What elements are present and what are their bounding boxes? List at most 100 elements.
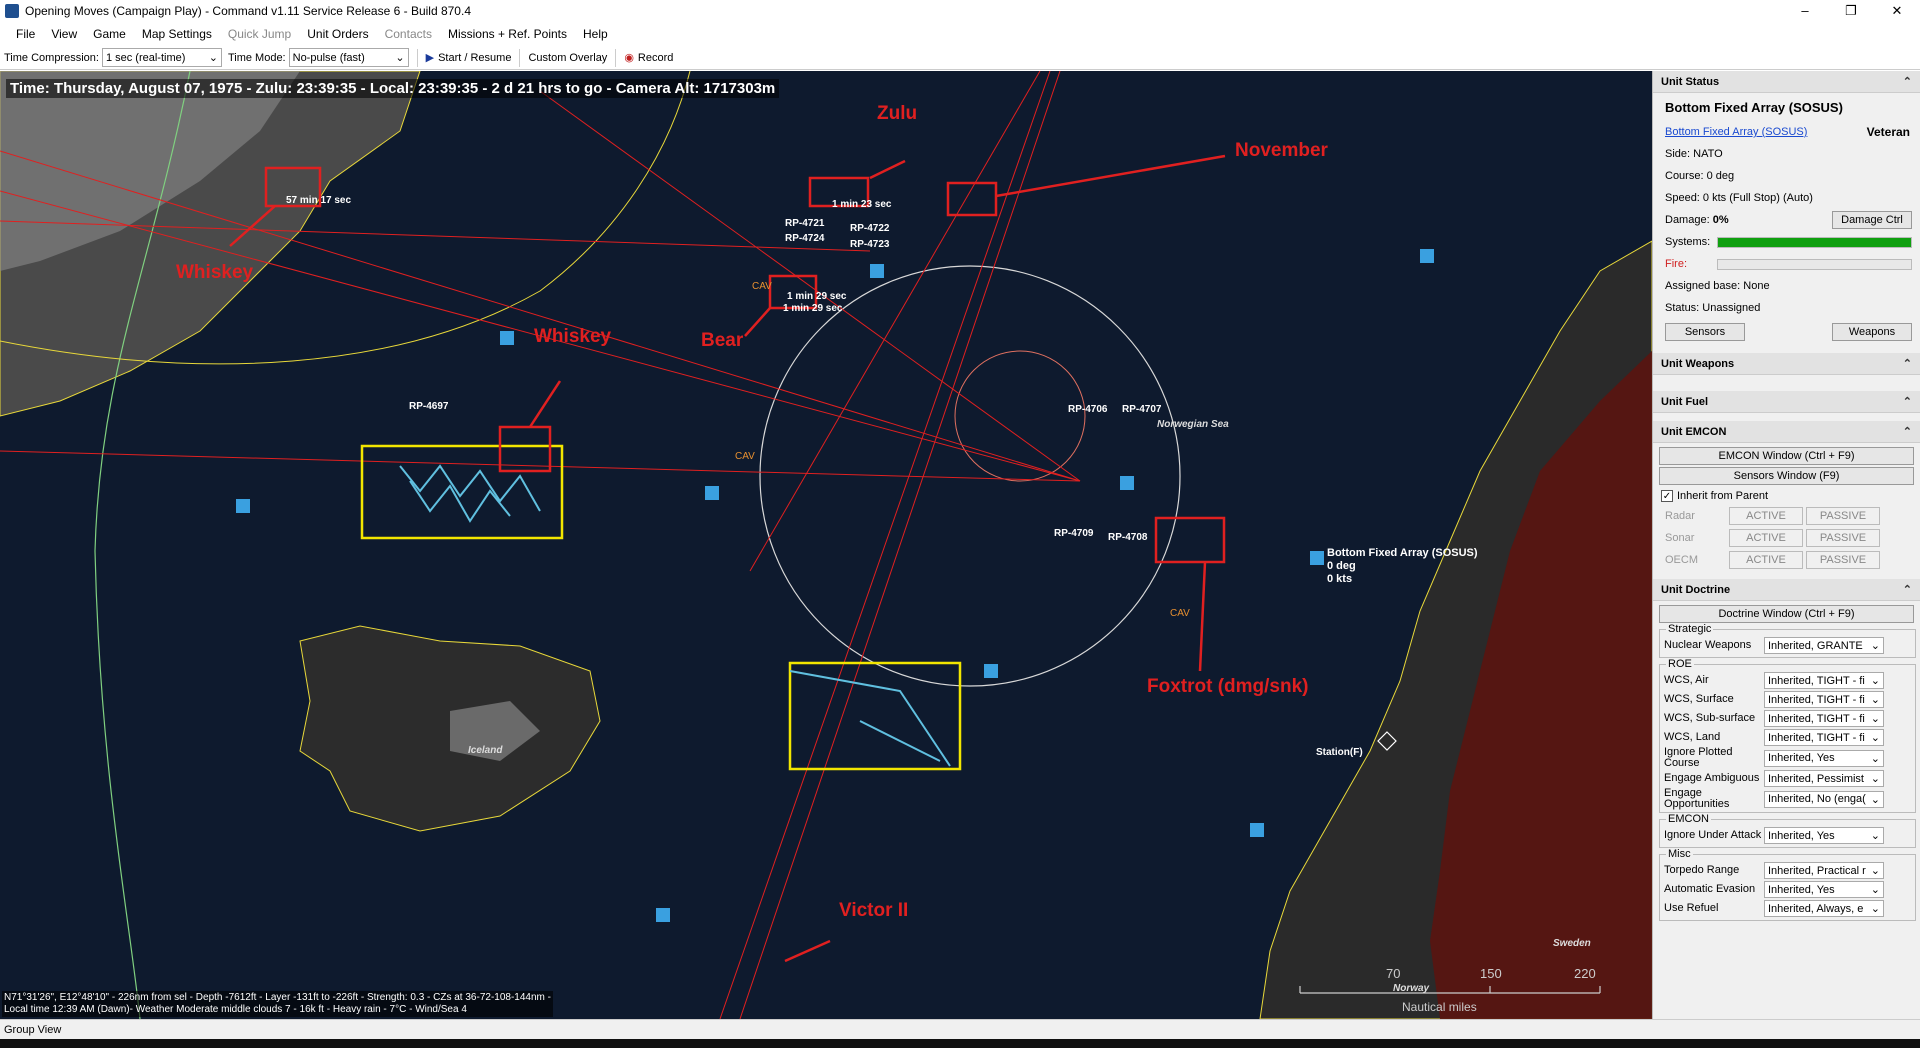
nuclear-select[interactable]: Inherited, GRANTE ⌄ [1764, 637, 1884, 654]
ref-point-label[interactable]: RP-4708 [1108, 532, 1147, 543]
tactical-map[interactable]: Time: Thursday, August 07, 1975 - Zulu: … [0, 71, 1652, 1019]
menu-map-settings[interactable]: Map Settings [134, 27, 220, 41]
unit-doctrine-header[interactable]: Unit Doctrine ⌃ [1653, 579, 1920, 601]
chevron-down-icon: ⌄ [1870, 694, 1880, 706]
roe-label: WCS, Sub-surface [1664, 712, 1756, 724]
ref-point-label[interactable]: RP-4724 [785, 233, 824, 244]
ignore-attack-value: Inherited, Yes [1768, 829, 1835, 842]
sonar-passive-button[interactable]: PASSIVE [1806, 529, 1880, 547]
unit-fuel-header[interactable]: Unit Fuel ⌃ [1653, 391, 1920, 413]
sensors-button[interactable]: Sensors [1665, 323, 1745, 341]
menu-quick-jump[interactable]: Quick Jump [220, 27, 299, 41]
station-label[interactable]: Station(F) [1316, 747, 1363, 758]
radar-active-button[interactable]: ACTIVE [1729, 507, 1803, 525]
roe-value: Inherited, Pessimist [1768, 772, 1864, 785]
sonar-active-button[interactable]: ACTIVE [1729, 529, 1803, 547]
nuclear-label: Nuclear Weapons [1664, 639, 1752, 651]
selected-unit-name[interactable]: Bottom Fixed Array (SOSUS) [1327, 547, 1478, 559]
misc-value: Inherited, Practical r [1768, 864, 1866, 877]
sosus-marker [984, 664, 998, 678]
roe-value: Inherited, TIGHT - fi [1768, 731, 1865, 744]
group-view-label[interactable]: Group View [4, 1024, 61, 1036]
scale-70: 70 [1386, 966, 1401, 981]
menu-missions[interactable]: Missions + Ref. Points [440, 27, 575, 41]
roe-select[interactable]: Inherited, TIGHT - fi ⌄ [1764, 691, 1884, 708]
damage-label: Damage: [1665, 214, 1710, 226]
annotation-arrow-november [995, 154, 1226, 198]
fire-bar [1717, 258, 1912, 270]
selected-unit-speed: 0 kts [1327, 573, 1353, 585]
menu-game[interactable]: Game [85, 27, 134, 41]
roe-select[interactable]: Inherited, No (enga(⌄ [1764, 790, 1884, 808]
ref-point-label[interactable]: RP-4707 [1122, 404, 1161, 415]
chevron-down-icon: ⌄ [1870, 830, 1880, 842]
misc-select[interactable]: Inherited, Practical r ⌄ [1764, 862, 1884, 879]
emcon-window-button[interactable]: EMCON Window (Ctrl + F9) [1659, 447, 1914, 465]
roe-title: ROE [1666, 658, 1694, 670]
doctrine-window-button[interactable]: Doctrine Window (Ctrl + F9) [1659, 605, 1914, 623]
sosus-marker [500, 331, 514, 345]
unit-speed: Speed: 0 kts (Full Stop) (Auto) [1665, 192, 1813, 204]
toolbar-separator [615, 48, 617, 67]
weapons-button[interactable]: Weapons [1832, 323, 1912, 341]
inherit-checkbox[interactable]: ✓ [1661, 490, 1673, 502]
close-button[interactable]: ✕ [1874, 0, 1920, 21]
time-mode-select[interactable]: No-pulse (fast) ⌄ [288, 48, 409, 67]
annotation-bear: Bear [701, 330, 744, 351]
chevron-up-icon: ⌃ [1902, 584, 1912, 596]
menu-unit-orders[interactable]: Unit Orders [299, 27, 376, 41]
misc-select[interactable]: Inherited, Always, e ⌄ [1764, 900, 1884, 917]
record-button[interactable]: ◉ Record [618, 48, 679, 67]
ref-point-label[interactable]: RP-4721 [785, 218, 824, 229]
ref-point-label[interactable]: RP-4709 [1054, 528, 1093, 539]
timer-label: 1 min 23 sec [832, 199, 892, 210]
ref-point-label[interactable]: RP-4697 [409, 401, 448, 412]
time-compression-select[interactable]: 1 sec (real-time) ⌄ [101, 48, 222, 67]
chevron-down-icon: ⌄ [1870, 903, 1880, 915]
assigned-base: Assigned base: None [1665, 280, 1770, 292]
unit-status-header[interactable]: Unit Status ⌃ [1653, 71, 1920, 93]
misc-label: Use Refuel [1664, 902, 1719, 914]
unit-emcon-title: Unit EMCON [1661, 425, 1727, 438]
misc-select[interactable]: Inherited, Yes ⌄ [1764, 881, 1884, 898]
start-resume-button[interactable]: ▶ Start / Resume [420, 48, 518, 67]
ref-point-label[interactable]: RP-4722 [850, 223, 889, 234]
ref-point-label[interactable]: RP-4723 [850, 239, 889, 250]
maximize-button[interactable]: ❐ [1828, 0, 1874, 21]
emcon-sonar-label: Sonar [1665, 532, 1695, 544]
roe-select[interactable]: Inherited, Pessimist ⌄ [1764, 770, 1884, 787]
unit-class-link[interactable]: Bottom Fixed Array (SOSUS) [1665, 126, 1807, 138]
sosus-marker [1310, 551, 1324, 565]
sub-track [409, 480, 511, 523]
map-canvas[interactable] [0, 71, 1652, 1019]
timer-label: 1 min 29 sec [787, 291, 847, 302]
strategic-title: Strategic [1666, 623, 1714, 635]
title-bar: Opening Moves (Campaign Play) - Command … [0, 0, 1920, 21]
roe-select[interactable]: Inherited, TIGHT - fi ⌄ [1764, 672, 1884, 689]
menu-help[interactable]: Help [575, 27, 616, 41]
menu-bar: File View Game Map Settings Quick Jump U… [0, 23, 1920, 45]
radar-passive-button[interactable]: PASSIVE [1806, 507, 1880, 525]
emcon-doctrine-group: EMCON Ignore Under Attack Inherited, Yes ⌄ [1659, 813, 1916, 848]
chevron-up-icon: ⌃ [1902, 76, 1912, 88]
annotation-foxtrot: Foxtrot (dmg/snk) [1147, 676, 1309, 697]
menu-view[interactable]: View [43, 27, 85, 41]
custom-overlay-button[interactable]: Custom Overlay [522, 48, 613, 67]
unit-emcon-header[interactable]: Unit EMCON ⌃ [1653, 421, 1920, 443]
unit-weapons-header[interactable]: Unit Weapons ⌃ [1653, 353, 1920, 375]
roe-select[interactable]: Inherited, TIGHT - fi ⌄ [1764, 710, 1884, 727]
minimize-button[interactable]: – [1782, 0, 1828, 21]
chevron-down-icon: ⌄ [208, 52, 218, 64]
oecm-active-button[interactable]: ACTIVE [1729, 551, 1803, 569]
time-mode-value: No-pulse (fast) [292, 51, 365, 64]
sensors-window-button[interactable]: Sensors Window (F9) [1659, 467, 1914, 485]
ignore-attack-select[interactable]: Inherited, Yes ⌄ [1764, 827, 1884, 844]
roe-select[interactable]: Inherited, Yes ⌄ [1764, 749, 1884, 767]
ref-point-label[interactable]: RP-4706 [1068, 404, 1107, 415]
menu-contacts[interactable]: Contacts [377, 27, 440, 41]
roe-value: Inherited, No (enga( [1768, 793, 1866, 805]
menu-file[interactable]: File [8, 27, 43, 41]
damage-ctrl-button[interactable]: Damage Ctrl [1832, 211, 1912, 229]
roe-select[interactable]: Inherited, TIGHT - fi ⌄ [1764, 729, 1884, 746]
oecm-passive-button[interactable]: PASSIVE [1806, 551, 1880, 569]
